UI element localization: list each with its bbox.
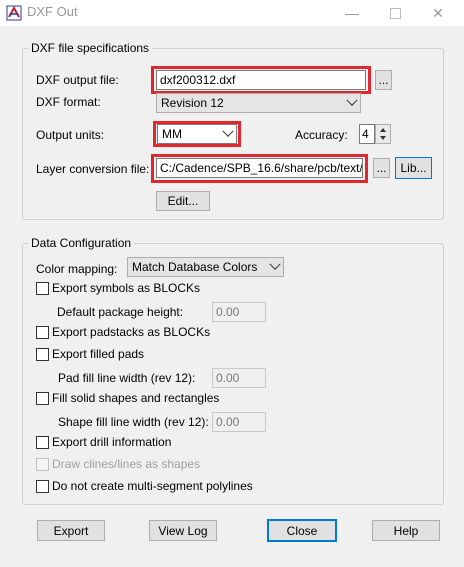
export-button[interactable]: Export [37, 520, 105, 541]
draw-clines-checkbox[interactable] [36, 458, 49, 471]
output-units-value: MM [162, 127, 182, 141]
chevron-down-icon [346, 94, 358, 106]
maximize-button[interactable] [375, 0, 415, 26]
export-symbols-label: Export symbols as BLOCKs [52, 281, 201, 295]
no-multiseg-label: Do not create multi-segment polylines [52, 479, 253, 493]
color-mapping-label: Color mapping: [36, 262, 118, 276]
output-file-input[interactable]: dxf200312.dxf [156, 70, 366, 90]
dxf-format-select[interactable]: Revision 12 [156, 93, 361, 113]
color-mapping-select[interactable]: Match Database Colors [127, 257, 284, 277]
lib-button[interactable]: Lib... [395, 157, 432, 179]
export-filled-pads-checkbox[interactable] [36, 348, 49, 361]
color-mapping-value: Match Database Colors [132, 260, 258, 274]
window-close-button[interactable]: ✕ [418, 0, 458, 26]
layer-conversion-label: Layer conversion file: [36, 162, 150, 176]
export-filled-pads-label: Export filled pads [52, 347, 145, 361]
fill-solid-shapes-label: Fill solid shapes and rectangles [52, 391, 220, 405]
shape-fill-width-label: Shape fill line width (rev 12): [58, 415, 209, 429]
export-padstacks-checkbox[interactable] [36, 326, 49, 339]
export-drill-checkbox[interactable] [36, 436, 49, 449]
export-padstacks-label: Export padstacks as BLOCKs [52, 325, 211, 339]
close-button[interactable]: Close [267, 519, 337, 542]
no-multiseg-checkbox[interactable] [36, 480, 49, 493]
dxf-format-value: Revision 12 [161, 96, 224, 110]
layer-conversion-browse-button[interactable]: ... [373, 158, 390, 178]
spin-up-icon [380, 128, 386, 132]
output-file-label: DXF output file: [36, 73, 119, 87]
default-pkg-height-label: Default package height: [57, 305, 184, 319]
dxf-format-label: DXF format: [36, 95, 101, 109]
minimize-button[interactable]: — [332, 0, 372, 26]
shape-fill-width-input[interactable]: 0.00 [212, 412, 266, 432]
view-log-button[interactable]: View Log [149, 520, 217, 541]
spin-down-icon [380, 136, 386, 140]
chevron-down-icon [222, 125, 234, 137]
pad-fill-width-label: Pad fill line width (rev 12): [58, 371, 196, 385]
accuracy-label: Accuracy: [295, 128, 348, 142]
output-units-select[interactable]: MM [157, 124, 237, 144]
accuracy-input[interactable]: 4 [359, 124, 375, 144]
chevron-down-icon [269, 258, 281, 270]
export-drill-label: Export drill information [52, 435, 172, 449]
dxf-specs-legend: DXF file specifications [28, 41, 153, 55]
export-symbols-checkbox[interactable] [36, 282, 49, 295]
maximize-icon [389, 7, 401, 19]
window-title: DXF Out [27, 4, 78, 19]
layer-conversion-input[interactable]: C:/Cadence/SPB_16.6/share/pcb/text/d [156, 158, 363, 178]
draw-clines-label: Draw clines/lines as shapes [52, 457, 201, 471]
output-units-label: Output units: [36, 128, 105, 142]
app-icon [6, 5, 22, 21]
help-button[interactable]: Help [372, 520, 440, 541]
pad-fill-width-input[interactable]: 0.00 [212, 368, 266, 388]
accuracy-spinner[interactable] [375, 124, 391, 144]
edit-button[interactable]: Edit... [156, 191, 210, 211]
output-file-browse-button[interactable]: ... [375, 70, 392, 90]
fill-solid-shapes-checkbox[interactable] [36, 392, 49, 405]
default-pkg-height-input[interactable]: 0.00 [212, 302, 266, 322]
data-config-legend: Data Configuration [28, 236, 135, 250]
